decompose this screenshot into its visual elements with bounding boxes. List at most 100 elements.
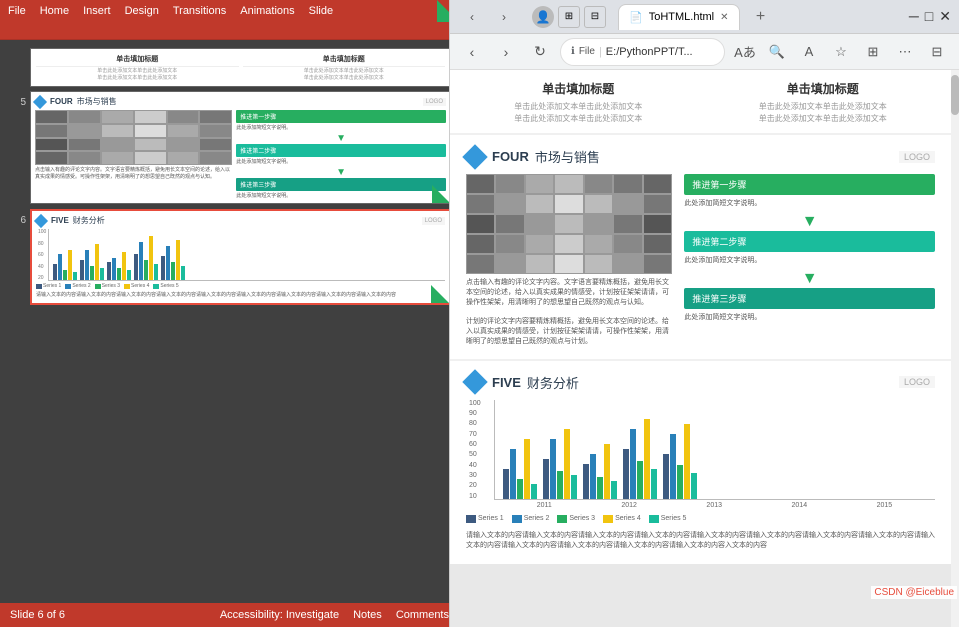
bar-3-4 bbox=[122, 252, 126, 280]
finance-header: FIVE 财务分析 LOGO bbox=[466, 373, 935, 392]
slide6-chart bbox=[48, 229, 445, 281]
top-left: 单击填加标题 单击此处添加文本单击此处添加文本单击此处添加文本单击此处添加文本 bbox=[36, 54, 239, 81]
ppt-content: 单击填加标题 单击此处添加文本单击此处添加文本单击此处添加文本单击此处添加文本 … bbox=[0, 40, 459, 603]
finance-diamond bbox=[462, 369, 487, 394]
bars-2011 bbox=[503, 439, 537, 499]
favorites-btn[interactable]: ☆ bbox=[827, 38, 855, 66]
menu-animations[interactable]: Animations bbox=[240, 5, 294, 17]
bar-3-3 bbox=[117, 268, 121, 280]
sidebar-icon[interactable]: ⊟ bbox=[584, 6, 606, 28]
maximize-btn[interactable]: □ bbox=[925, 8, 933, 25]
minimize-btn[interactable]: ─ bbox=[909, 8, 919, 25]
x-label-2011: 2011 bbox=[537, 502, 552, 509]
b2012-1 bbox=[543, 459, 549, 499]
browser-tab[interactable]: 📄 ToHTML.html ✕ bbox=[618, 4, 740, 30]
finance-y-axis: 100 90 80 70 60 50 40 30 20 10 bbox=[466, 400, 494, 500]
bar-5-4 bbox=[176, 240, 180, 280]
collections-btn[interactable]: ⊞ bbox=[859, 38, 887, 66]
x-label-2014: 2014 bbox=[792, 502, 808, 509]
scrollbar-thumb[interactable] bbox=[951, 75, 959, 115]
new-tab-button[interactable]: + bbox=[750, 6, 772, 28]
slide6-header: FIVE 财务分析 LOGO bbox=[36, 215, 445, 226]
read-aloud-btn[interactable]: A bbox=[795, 38, 823, 66]
browser-forward-btn[interactable]: › bbox=[492, 38, 520, 66]
arrow2: ▼ bbox=[236, 167, 446, 178]
bars-2012 bbox=[543, 429, 577, 499]
top-right-sub: 单击此处添加文本单击此处添加文本单击此处添加文本单击此处添加文本 bbox=[243, 68, 446, 81]
b2014-5 bbox=[651, 469, 657, 499]
notes-btn[interactable]: Notes bbox=[353, 609, 382, 621]
slide-thumb-5[interactable]: FOUR 市场与销售 LOGO bbox=[30, 91, 451, 204]
ppt-menubar: File Home Insert Design Transitions Anim… bbox=[0, 0, 459, 22]
slide-counter: Slide 6 of 6 bbox=[10, 609, 65, 621]
translate-btn[interactable]: Aあ bbox=[731, 38, 759, 66]
slide6-diamond bbox=[34, 213, 48, 227]
menu-transitions[interactable]: Transitions bbox=[173, 5, 226, 17]
slide-group-top: 单击填加标题 单击此处添加文本单击此处添加文本单击此处添加文本单击此处添加文本 … bbox=[8, 48, 451, 87]
slide5-steps: 推进第一步骤 此处添加简短文字说明。 ▼ 推进第二步骤 此处添加简短文字说明。 … bbox=[236, 110, 446, 199]
toolbar-icons: Aあ 🔍 A ☆ ⊞ ⋯ ⊟ bbox=[731, 38, 951, 66]
market-logo: LOGO bbox=[899, 151, 935, 163]
browser-refresh-btn[interactable]: ↻ bbox=[526, 38, 554, 66]
legend-5: Series 5 bbox=[153, 283, 178, 289]
legend-3: Series 3 bbox=[95, 283, 120, 289]
settings-btn[interactable]: ⋯ bbox=[891, 38, 919, 66]
title-col-right-h: 单击填加标题 bbox=[711, 80, 936, 97]
zoom-btn[interactable]: 🔍 bbox=[763, 38, 791, 66]
arrow1: ▼ bbox=[236, 133, 446, 144]
b2015-5 bbox=[691, 473, 697, 499]
browser-window: ‹ › 👤 ⊞ ⊟ 📄 ToHTML.html ✕ + bbox=[449, 0, 959, 627]
forward-button[interactable]: › bbox=[490, 3, 518, 31]
b2013-1 bbox=[583, 464, 589, 499]
ppt-window: File Home Insert Design Transitions Anim… bbox=[0, 0, 459, 627]
menu-design[interactable]: Design bbox=[125, 5, 159, 17]
b2012-4 bbox=[564, 429, 570, 499]
browser-back-btn[interactable]: ‹ bbox=[458, 38, 486, 66]
slide5-body: 点击输入有趣的评论文字内容。文字语言要精炼概括，避免用长文本空间的论述，给入以真… bbox=[35, 110, 446, 199]
bar-5-1 bbox=[161, 256, 165, 280]
b2013-5 bbox=[611, 481, 617, 499]
menu-home[interactable]: Home bbox=[40, 5, 69, 17]
close-btn[interactable]: ✕ bbox=[939, 8, 951, 25]
slide-num-6: 6 bbox=[8, 209, 26, 305]
bar-grp-2012 bbox=[543, 429, 577, 499]
browser-page: 单击填加标题 单击此处添加文本单击此处添加文本单击此处添加文本单击此处添加文本 … bbox=[450, 70, 959, 564]
menu-file[interactable]: File bbox=[8, 5, 26, 17]
b2015-4 bbox=[684, 424, 690, 499]
market-title: 市场与销售 bbox=[535, 147, 600, 166]
title-col-left-sub: 单击此处添加文本单击此处添加文本单击此处添加文本单击此处添加文本 bbox=[466, 101, 691, 125]
bar-2-2 bbox=[85, 250, 89, 280]
back-button[interactable]: ‹ bbox=[458, 3, 486, 31]
market-diamond bbox=[462, 144, 487, 169]
menu-slide[interactable]: Slide bbox=[309, 5, 333, 17]
finance-bottom-text: 请输入文本的内容请输入文本的内容请输入文本的内容请输入文本的内容请输入文本的内容… bbox=[466, 531, 935, 552]
menu-insert[interactable]: Insert bbox=[83, 5, 111, 17]
bar-4-2 bbox=[139, 242, 143, 280]
tab-favicon: 📄 bbox=[629, 11, 643, 24]
browser-content[interactable]: 单击填加标题 单击此处添加文本单击此处添加文本单击此处添加文本单击此处添加文本 … bbox=[450, 70, 959, 627]
slide5-diamond bbox=[33, 94, 47, 108]
slide-thumb-top[interactable]: 单击填加标题 单击此处添加文本单击此处添加文本单击此处添加文本单击此处添加文本 … bbox=[30, 48, 451, 87]
ppt-ribbon bbox=[0, 22, 459, 40]
bar-1-3 bbox=[63, 270, 67, 280]
slide6-triangle bbox=[431, 285, 449, 303]
browser-toolbar: ‹ › ↻ ℹ File | E:/PythonPPT/T... Aあ 🔍 A … bbox=[450, 34, 959, 70]
market-steps: 推进第一步骤 此处添加简短文字说明。 ▼ 推进第二步骤 此处添加简短文字说明。 … bbox=[684, 174, 935, 347]
tab-close-btn[interactable]: ✕ bbox=[720, 12, 728, 23]
comments-btn[interactable]: Comments bbox=[396, 609, 449, 621]
address-bar[interactable]: ℹ File | E:/PythonPPT/T... bbox=[560, 38, 725, 66]
slide-thumb-6[interactable]: FIVE 财务分析 LOGO 100 80 60 40 20 bbox=[30, 209, 451, 305]
b2014-4 bbox=[644, 419, 650, 499]
b2013-3 bbox=[597, 477, 603, 499]
bar-1-2 bbox=[58, 254, 62, 280]
bar-1-1 bbox=[53, 264, 57, 280]
sidebar-toggle-btn[interactable]: ⊟ bbox=[923, 38, 951, 66]
bar-group-4 bbox=[134, 236, 158, 280]
browser-titlebar: ‹ › 👤 ⊞ ⊟ 📄 ToHTML.html ✕ + bbox=[450, 0, 959, 34]
slide6-legend: Series 1 Series 2 Series 3 Series 4 Seri… bbox=[36, 283, 445, 289]
profile-icon[interactable]: 👤 bbox=[532, 6, 554, 28]
slide6-title-label: 财务分析 bbox=[73, 215, 105, 226]
accessibility-btn[interactable]: Accessibility: Investigate bbox=[220, 609, 339, 621]
slide-panel[interactable]: 单击填加标题 单击此处添加文本单击此处添加文本单击此处添加文本单击此处添加文本 … bbox=[0, 40, 459, 603]
extensions-icon[interactable]: ⊞ bbox=[558, 6, 580, 28]
